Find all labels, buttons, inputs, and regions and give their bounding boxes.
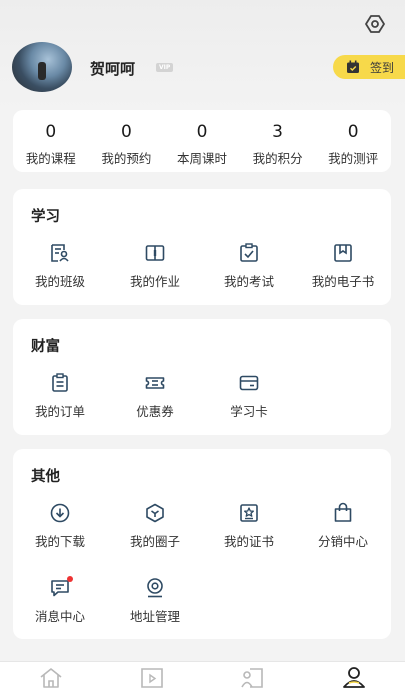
stat-label: 我的预约: [101, 151, 152, 166]
my-ebook-item[interactable]: 我的电子书: [296, 241, 390, 290]
certificate-icon: [237, 501, 261, 525]
bottom-tab-bar: [0, 661, 405, 689]
my-downloads-item[interactable]: 我的下载: [13, 501, 107, 550]
settings-eye-icon: [365, 15, 385, 33]
stat-value: 0: [45, 122, 57, 142]
item-label: 我的电子书: [311, 274, 375, 289]
my-class-item[interactable]: 我的班级: [13, 241, 107, 290]
stat-appointments[interactable]: 0 我的预约: [89, 110, 165, 172]
signin-label: 签到: [370, 60, 395, 75]
section-title: 学习: [31, 209, 60, 225]
calendar-icon: [347, 60, 359, 73]
coupon-icon: [143, 371, 167, 395]
location-icon: [143, 576, 167, 600]
stat-value: 0: [347, 122, 359, 142]
my-circle-item[interactable]: 我的圈子: [108, 501, 202, 550]
message-icon: [48, 576, 73, 600]
tab-video[interactable]: [101, 662, 202, 689]
ebook-icon: [331, 241, 355, 265]
coupons-item[interactable]: 优惠券: [108, 371, 202, 420]
item-label: 学习卡: [230, 404, 268, 419]
tab-profile[interactable]: [304, 662, 405, 689]
distribution-center-item[interactable]: 分销中心: [296, 501, 390, 550]
distribution-bag-icon: [331, 501, 355, 525]
stat-label: 我的课程: [25, 151, 76, 166]
stat-courses[interactable]: 0 我的课程: [13, 110, 89, 172]
item-label: 地址管理: [129, 609, 180, 624]
video-icon: [141, 668, 163, 688]
my-orders-item[interactable]: 我的订单: [13, 371, 107, 420]
download-icon: [48, 501, 72, 525]
profile-icon: [343, 667, 366, 688]
message-center-item[interactable]: 消息中心: [13, 576, 107, 625]
class-icon: [48, 241, 72, 265]
study-section: 学习 我的班级 我的作业 我的考试 我的电子书: [13, 189, 391, 305]
other-section: 其他 我的下载 我的圈子 我的证书 分销中心 消息中心 地址管理: [13, 449, 391, 639]
address-management-item[interactable]: 地址管理: [108, 576, 202, 625]
stat-weekly-hours[interactable]: 0 本周课时: [164, 110, 240, 172]
item-label: 我的班级: [34, 274, 85, 289]
course-icon: [241, 668, 263, 688]
notification-dot: [67, 576, 73, 582]
item-label: 我的作业: [129, 274, 180, 289]
exam-icon: [237, 241, 261, 265]
my-homework-item[interactable]: 我的作业: [108, 241, 202, 290]
item-label: 优惠券: [136, 404, 174, 419]
section-title: 财富: [31, 339, 60, 355]
item-label: 我的圈子: [129, 534, 180, 549]
stat-value: 3: [272, 122, 283, 142]
home-icon: [40, 668, 62, 688]
item-label: 我的订单: [34, 404, 85, 419]
settings-button[interactable]: [363, 12, 387, 36]
stat-assessments[interactable]: 0 我的测评: [315, 110, 391, 172]
card-icon: [237, 371, 261, 395]
section-title: 其他: [31, 469, 60, 485]
stat-label: 我的积分: [252, 151, 303, 166]
wealth-section: 财富 我的订单 优惠券 学习卡: [13, 319, 391, 435]
stat-label: 我的测评: [328, 151, 379, 166]
stats-card: 0 我的课程 0 我的预约 0 本周课时 3 我的积分 0 我的测评: [13, 110, 391, 172]
stat-value: 0: [196, 122, 208, 142]
circle-icon: [143, 501, 167, 525]
study-card-item[interactable]: 学习卡: [202, 371, 296, 420]
order-icon: [48, 371, 72, 395]
my-exam-item[interactable]: 我的考试: [202, 241, 296, 290]
tab-home[interactable]: [0, 662, 101, 689]
stat-points[interactable]: 3 我的积分: [240, 110, 316, 172]
item-label: 分销中心: [317, 534, 368, 549]
homework-icon: [143, 241, 167, 265]
tab-course[interactable]: [203, 662, 304, 689]
item-label: 我的下载: [34, 534, 85, 549]
item-label: 消息中心: [34, 609, 85, 624]
item-label: 我的证书: [223, 534, 274, 549]
stat-label: 本周课时: [176, 151, 227, 166]
stat-value: 0: [120, 122, 132, 142]
avatar[interactable]: [12, 42, 72, 92]
item-label: 我的考试: [223, 274, 274, 289]
signin-button[interactable]: 签到: [333, 55, 405, 79]
username: 贺呵呵: [90, 60, 136, 78]
my-certificates-item[interactable]: 我的证书: [202, 501, 296, 550]
vip-badge: VIP: [156, 63, 174, 72]
